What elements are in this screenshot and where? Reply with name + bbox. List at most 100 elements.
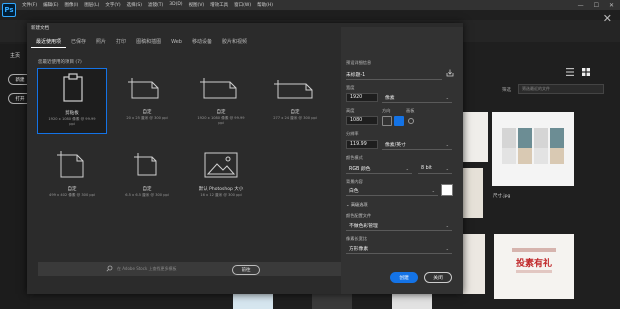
- resolution-input[interactable]: 119.99: [346, 140, 378, 149]
- tab-film-video[interactable]: 胶片和视频: [217, 36, 252, 48]
- tab-art-illustration[interactable]: 图稿和插图: [131, 36, 166, 48]
- width-unit-underline: [382, 102, 452, 103]
- preset-clipboard[interactable]: 剪贴板 1920 x 1080 像素 @ 99.99 ppi: [37, 68, 107, 134]
- close-button[interactable]: 关闭: [424, 272, 452, 283]
- maximize-icon[interactable]: ☐: [594, 2, 599, 9]
- recent-thumb-6[interactable]: [233, 294, 273, 309]
- menu-plugins[interactable]: 增效工具: [210, 2, 228, 8]
- color-profile-underline: [346, 230, 452, 231]
- filter-input[interactable]: 筛选最近的文件: [518, 84, 604, 94]
- orientation-label: 方向: [382, 108, 391, 113]
- menu-filter[interactable]: 滤镜(T): [148, 2, 163, 8]
- custom-doc-icon: [200, 78, 237, 99]
- preset-default-photoshop[interactable]: 默认 Photoshop 大小 16 x 12 厘米 @ 300 ppi: [186, 145, 256, 211]
- preset-custom-5[interactable]: 自定 6.5 x 6.5 厘米 @ 300 ppi: [112, 145, 182, 211]
- menu-image[interactable]: 图像(I): [64, 2, 78, 8]
- pixel-ratio-underline: [346, 253, 452, 254]
- window-close-icon[interactable]: ✕: [609, 2, 614, 9]
- home-close-icon[interactable]: ✕: [603, 12, 612, 25]
- create-button[interactable]: 创建: [390, 272, 418, 283]
- go-button[interactable]: 前往: [232, 265, 260, 275]
- menu-layer[interactable]: 图层(L): [84, 2, 99, 8]
- chevron-down-icon: ⌄: [405, 166, 409, 171]
- preset-custom-4[interactable]: 自定 499 x 402 像素 @ 300 ppi: [37, 145, 107, 211]
- color-profile-label: 颜色配置文件: [346, 213, 372, 218]
- menu-3d[interactable]: 3D(D): [169, 2, 182, 8]
- preset-custom-3[interactable]: 自定 277 x 24 厘米 @ 300 ppi: [260, 68, 330, 134]
- bit-depth-underline: [418, 173, 452, 174]
- tab-recent[interactable]: 最近使用项: [31, 36, 67, 48]
- artboard-label: 画板: [406, 108, 415, 113]
- menu-type[interactable]: 文字(Y): [105, 2, 120, 8]
- recent-thumb-4[interactable]: [463, 234, 485, 294]
- preset-custom-1[interactable]: 自定 20 x 25 厘米 @ 300 ppi: [112, 68, 182, 134]
- photoshop-logo: Ps: [2, 3, 16, 17]
- recent-thumb-7[interactable]: [312, 294, 352, 309]
- width-unit-select[interactable]: 像素 ⌄: [382, 93, 452, 102]
- resolution-unit-select[interactable]: 像素/英寸 ⌄: [382, 140, 452, 149]
- width-label: 宽度: [346, 85, 355, 90]
- color-mode-value: RGB 颜色: [349, 167, 371, 172]
- color-mode-select[interactable]: RGB 颜色 ⌄: [346, 164, 412, 173]
- tab-mobile[interactable]: 移动设备: [187, 36, 217, 48]
- height-input[interactable]: 1080: [346, 116, 378, 125]
- menu-file[interactable]: 文件(F): [22, 2, 37, 8]
- recent-thumb-8[interactable]: [392, 294, 432, 309]
- menu-view[interactable]: 视图(V): [189, 2, 205, 8]
- menu-window[interactable]: 窗口(W): [234, 2, 251, 8]
- package-art-icon: [502, 128, 564, 164]
- advanced-options-label: 高级选项: [350, 202, 368, 207]
- recent-thumb-2[interactable]: [463, 168, 483, 218]
- recent-header: 您最近使用的项目 (7): [38, 60, 82, 65]
- portrait-orientation-icon[interactable]: [382, 116, 392, 126]
- landscape-orientation-icon[interactable]: [394, 116, 404, 126]
- preset-name: 自定: [216, 110, 226, 115]
- stock-search-placeholder: 在 Adobe Stock 上查找更多模板: [117, 266, 177, 271]
- background-select[interactable]: 白色 ⌄: [346, 186, 438, 195]
- preset-dimensions: 16 x 12 厘米 @ 300 ppi: [200, 193, 242, 197]
- color-mode-underline: [346, 173, 412, 174]
- bit-depth-select[interactable]: 8 bit ⌄: [418, 164, 452, 173]
- clipboard-icon: [63, 73, 83, 102]
- preset-dimensions: 277 x 24 厘米 @ 300 ppi: [273, 116, 317, 120]
- tab-saved[interactable]: 已保存: [66, 36, 91, 48]
- menu-edit[interactable]: 编辑(E): [43, 2, 58, 8]
- menu-items: 文件(F) 编辑(E) 图像(I) 图层(L) 文字(Y) 选择(S) 滤镜(T…: [22, 2, 273, 8]
- artboard-checkbox[interactable]: [408, 118, 414, 124]
- recent-thumb-1[interactable]: [463, 112, 488, 162]
- preset-name: 自定: [142, 110, 152, 115]
- preset-name: 自定: [67, 187, 77, 192]
- tab-web[interactable]: Web: [166, 36, 187, 48]
- recent-thumb-5[interactable]: 投素有礼: [494, 234, 574, 299]
- pixel-ratio-select[interactable]: 方形像素 ⌄: [346, 244, 452, 253]
- preset-dimensions: 6.5 x 6.5 厘米 @ 300 ppi: [125, 193, 169, 197]
- grid-view-icon[interactable]: [582, 68, 590, 76]
- color-profile-value: 不做色彩管理: [349, 224, 378, 229]
- advanced-options-toggle[interactable]: ⌄ 高级选项: [346, 202, 368, 208]
- width-input[interactable]: 1920: [346, 93, 378, 102]
- menu-help[interactable]: 帮助(H): [257, 2, 273, 8]
- preset-details-title: 预设详细信息: [346, 60, 372, 65]
- chevron-down-icon: ⌄: [431, 188, 435, 193]
- menu-select[interactable]: 选择(S): [127, 2, 142, 8]
- resolution-label: 分辨率: [346, 131, 359, 136]
- pixel-ratio-value: 方形像素: [349, 247, 369, 252]
- home-tab[interactable]: 主页: [10, 52, 20, 59]
- document-name[interactable]: 未标题-1: [346, 71, 365, 78]
- preset-name: 剪贴板: [65, 111, 79, 116]
- recent-thumb-3[interactable]: [492, 112, 574, 186]
- stock-search-bar[interactable]: 在 Adobe Stock 上查找更多模板: [38, 262, 341, 276]
- color-profile-select[interactable]: 不做色彩管理 ⌄: [346, 221, 452, 230]
- background-color-swatch[interactable]: [441, 184, 453, 196]
- minimize-icon[interactable]: —: [578, 2, 584, 9]
- list-view-icon[interactable]: [566, 68, 574, 76]
- document-name-underline: [346, 79, 442, 80]
- promo-title: 投素有礼: [515, 259, 552, 269]
- preset-custom-2[interactable]: 自定 1920 x 1080 像素 @ 99.99 ppi: [186, 68, 256, 134]
- preset-dimensions-line2: ppi: [218, 121, 224, 125]
- dialog-title: 新建文档: [31, 26, 49, 31]
- tab-print[interactable]: 打印: [111, 36, 131, 48]
- save-preset-icon[interactable]: [446, 69, 454, 77]
- tab-photo[interactable]: 照片: [91, 36, 111, 48]
- preset-name: 自定: [142, 187, 152, 192]
